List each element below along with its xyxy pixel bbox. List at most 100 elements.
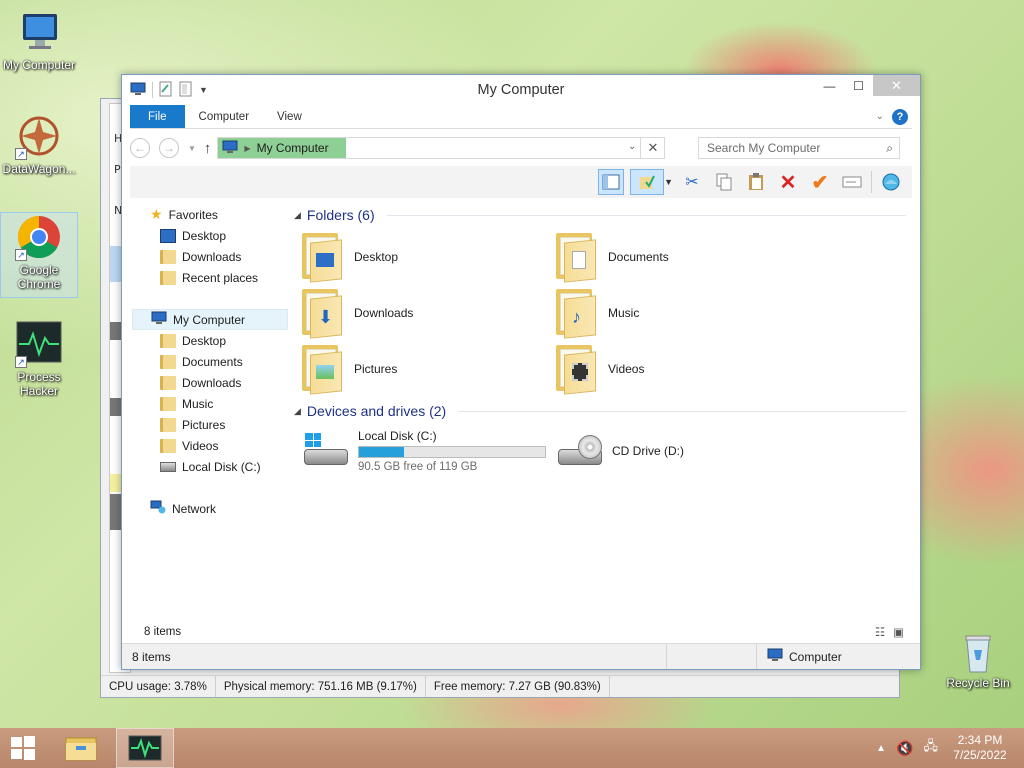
- folder-name: Music: [608, 306, 640, 320]
- back-button[interactable]: ←: [130, 138, 150, 158]
- rename-button[interactable]: [839, 169, 865, 195]
- computer-small-icon: [767, 648, 783, 665]
- recent-locations-icon[interactable]: ▼: [188, 144, 196, 153]
- nav-fav-desktop[interactable]: Desktop: [160, 225, 226, 246]
- desktop-folder-icon: [160, 333, 176, 348]
- status-empty: [667, 644, 757, 669]
- desktop-icon-label: My Computer: [2, 58, 76, 72]
- ph-statusbar: CPU usage: 3.78% Physical memory: 751.16…: [101, 675, 899, 697]
- taskbar-process-hacker[interactable]: [116, 728, 174, 768]
- nav-pc-local-disk[interactable]: Local Disk (C:): [160, 456, 261, 477]
- chevron-right-icon[interactable]: ▶: [244, 144, 250, 153]
- start-button[interactable]: [0, 728, 46, 768]
- folder-name: Documents: [608, 250, 669, 264]
- large-icons-view-icon[interactable]: ▣: [893, 625, 904, 639]
- up-button[interactable]: ↑: [204, 140, 212, 157]
- address-bar[interactable]: ▶ My Computer ⌄ ✕: [217, 137, 666, 159]
- drive-name: CD Drive (D:): [612, 444, 684, 458]
- clear-address-icon[interactable]: ✕: [640, 138, 664, 158]
- nav-pc-videos[interactable]: Videos: [160, 435, 218, 456]
- nav-label: Desktop: [182, 228, 227, 243]
- desktop-icon-process-hacker[interactable]: ↗ Process Hacker: [0, 320, 78, 398]
- clock-date: 7/25/2022: [953, 748, 1007, 762]
- process-hacker-icon: [128, 735, 162, 761]
- ribbon-right: ⌄ ?: [876, 105, 912, 128]
- search-placeholder: Search My Computer: [707, 141, 821, 155]
- drive-tile-local-disk[interactable]: Local Disk (C:) 90.5 GB free of 119 GB: [302, 425, 562, 477]
- network-globe-button[interactable]: [878, 169, 904, 195]
- tab-file[interactable]: File: [130, 105, 185, 128]
- nav-fav-recent-places[interactable]: Recent places: [160, 267, 258, 288]
- customize-dropdown-icon[interactable]: ▼: [199, 85, 208, 95]
- toolbar-separator: [871, 171, 872, 193]
- minimize-button[interactable]: —: [815, 75, 844, 96]
- chevron-down-icon[interactable]: ⌄: [628, 141, 636, 152]
- folder-tile-documents[interactable]: Documents: [556, 231, 806, 283]
- desktop-icon-my-computer[interactable]: My Computer: [0, 8, 78, 72]
- expand-ribbon-icon[interactable]: ⌄: [876, 111, 884, 122]
- cpu-usage-text: CPU usage: 3.78%: [101, 676, 216, 697]
- clock[interactable]: 2:34 PM 7/25/2022: [948, 733, 1012, 763]
- navigation-pane: ★ Favorites Desktop Downloads Recent pla…: [130, 201, 290, 621]
- nav-pc-downloads[interactable]: Downloads: [160, 372, 241, 393]
- nav-favorites[interactable]: ★ Favorites: [150, 204, 218, 225]
- search-icon[interactable]: ⌕: [886, 141, 893, 156]
- titlebar[interactable]: ▼ My Computer — ☐ ✕: [122, 75, 920, 105]
- network-tray-icon[interactable]: 🖧: [924, 737, 939, 759]
- nav-pc-documents[interactable]: Documents: [160, 351, 243, 372]
- maximize-button[interactable]: ☐: [844, 75, 873, 96]
- new-folder-icon[interactable]: [179, 81, 193, 100]
- nav-pc-desktop[interactable]: Desktop: [160, 330, 226, 351]
- properties-icon[interactable]: [159, 81, 173, 100]
- nav-fav-downloads[interactable]: Downloads: [160, 246, 241, 267]
- folder-tile-videos[interactable]: Videos: [556, 343, 806, 395]
- taskbar-file-explorer[interactable]: [52, 728, 110, 768]
- forward-button[interactable]: →: [159, 138, 179, 158]
- folder-tile-pictures[interactable]: Pictures: [302, 343, 552, 395]
- breadcrumb-item[interactable]: My Computer: [257, 141, 329, 155]
- desktop-icon-label: Recycle Bin: [946, 676, 1010, 690]
- properties-button[interactable]: [630, 169, 665, 195]
- cut-button[interactable]: ✂: [679, 169, 705, 195]
- desktop-icon-datawagon[interactable]: ↗ DataWagon...: [0, 112, 78, 176]
- chevron-down-icon[interactable]: ▼: [664, 177, 673, 187]
- close-button[interactable]: ✕: [873, 75, 920, 96]
- nav-label: Local Disk (C:): [182, 459, 261, 474]
- paste-button[interactable]: [743, 169, 769, 195]
- nav-pc-pictures[interactable]: Pictures: [160, 414, 225, 435]
- explorer-window[interactable]: ▼ My Computer — ☐ ✕ File Computer View ⌄…: [121, 74, 921, 670]
- nav-my-computer[interactable]: My Computer: [132, 309, 288, 330]
- desktop-icon-label: DataWagon...: [2, 162, 76, 176]
- computer-small-icon[interactable]: [130, 82, 146, 99]
- drive-info: Local Disk (C:) 90.5 GB free of 119 GB: [358, 429, 546, 473]
- tab-computer[interactable]: Computer: [185, 105, 264, 128]
- desktop-icon-recycle-bin[interactable]: Recycle Bin: [940, 630, 1016, 690]
- folder-tile-music[interactable]: ♪ Music: [556, 287, 806, 339]
- process-hacker-icon: ↗: [15, 320, 63, 368]
- desktop-icon-chrome[interactable]: ↗ Google Chrome: [0, 212, 78, 298]
- volume-muted-icon[interactable]: 🔇: [896, 740, 913, 757]
- folder-tile-downloads[interactable]: ⬇ Downloads: [302, 287, 552, 339]
- group-header-folders[interactable]: ◢ Folders (6): [294, 205, 906, 225]
- tab-view[interactable]: View: [263, 105, 316, 128]
- folder-tile-desktop[interactable]: Desktop: [302, 231, 552, 283]
- rename-check-button[interactable]: ✔: [807, 169, 833, 195]
- downloads-folder-icon: ⬇: [302, 289, 346, 339]
- help-icon[interactable]: ?: [892, 108, 908, 125]
- collapse-icon[interactable]: ◢: [294, 406, 301, 417]
- group-header-devices[interactable]: ◢ Devices and drives (2): [294, 401, 906, 421]
- show-hidden-icons-icon[interactable]: ▲: [876, 743, 886, 754]
- drive-tile-cd[interactable]: CD Drive (D:): [556, 425, 806, 477]
- search-input[interactable]: Search My Computer ⌕: [698, 137, 900, 159]
- details-view-icon[interactable]: ☷: [875, 625, 885, 639]
- group-title: Devices and drives (2): [306, 403, 447, 419]
- preview-pane-button[interactable]: [598, 169, 625, 195]
- nav-network[interactable]: Network: [150, 498, 216, 519]
- breadcrumb[interactable]: ▶ My Computer: [218, 138, 347, 158]
- copy-button[interactable]: [711, 169, 737, 195]
- command-toolbar: ▼ ✂ ✕ ✔: [130, 166, 912, 198]
- nav-pc-music[interactable]: Music: [160, 393, 213, 414]
- collapse-icon[interactable]: ◢: [294, 210, 301, 221]
- inner-status-bar: 8 items ☷ ▣: [130, 621, 912, 643]
- delete-button[interactable]: ✕: [775, 169, 801, 195]
